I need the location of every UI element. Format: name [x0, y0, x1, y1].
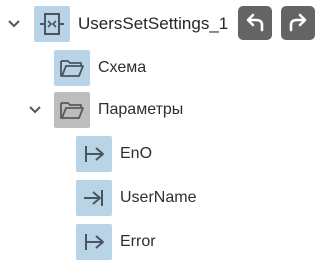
tree-root-row[interactable]: UsersSetSettings_1 [0, 6, 323, 42]
redo-icon [289, 13, 307, 32]
redo-button[interactable] [281, 6, 315, 40]
chevron-down-icon[interactable] [7, 19, 21, 29]
tree-item-label: Error [120, 233, 156, 250]
folder-icon [54, 50, 90, 86]
tree-item-eno[interactable]: EnO [0, 136, 323, 172]
chevron-down-icon[interactable] [28, 105, 42, 115]
tree-item-schema[interactable]: Схема [0, 50, 323, 86]
undo-icon [246, 13, 264, 32]
tree-item-label: Схема [98, 59, 147, 76]
folder-icon [54, 92, 90, 128]
tree-root-label: UsersSetSettings_1 [78, 14, 229, 33]
tree-item-label: EnO [120, 145, 153, 162]
output-parameter-icon [76, 136, 112, 172]
input-parameter-icon [76, 180, 112, 216]
output-parameter-icon [76, 224, 112, 260]
tree-item-parameters[interactable]: Параметры [0, 92, 323, 128]
undo-button[interactable] [238, 6, 272, 40]
tree-item-username[interactable]: UserName [0, 180, 323, 216]
tree-item-label: Параметры [98, 101, 184, 118]
tree-item-error[interactable]: Error [0, 224, 323, 260]
tree-item-label: UserName [120, 189, 197, 206]
function-block-icon [34, 6, 70, 42]
